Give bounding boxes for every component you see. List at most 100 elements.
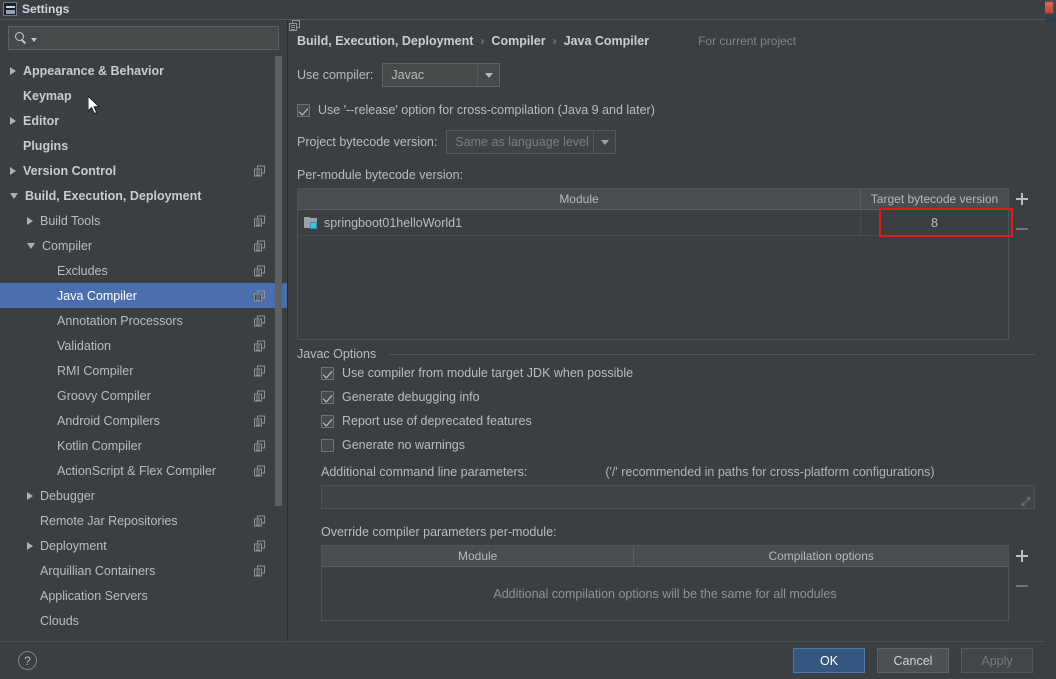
project-scope-icon bbox=[289, 20, 693, 47]
sidebar-item-arquillian-containers[interactable]: Arquillian Containers bbox=[0, 558, 287, 583]
sidebar-item-label: Compiler bbox=[42, 238, 93, 253]
remove-override-button[interactable] bbox=[1013, 577, 1031, 595]
sidebar-item-build-execution-deployment[interactable]: Build, Execution, Deployment bbox=[0, 183, 287, 208]
override-table-header-options[interactable]: Compilation options bbox=[633, 546, 1008, 566]
javac-option-checkbox[interactable] bbox=[321, 438, 334, 452]
additional-params-label: Additional command line parameters: bbox=[321, 465, 528, 479]
sidebar-item-rmi-compiler[interactable]: RMI Compiler bbox=[0, 358, 287, 383]
target-bytecode-cell[interactable]: 8 bbox=[860, 210, 1008, 235]
chevron-right-icon[interactable] bbox=[27, 491, 33, 500]
override-table-header: Module Compilation options bbox=[322, 546, 1008, 567]
sidebar-item-label: Application Servers bbox=[40, 588, 148, 603]
javac-option-label: Generate no warnings bbox=[342, 438, 465, 452]
module-table-header-target[interactable]: Target bytecode version bbox=[860, 189, 1008, 209]
module-name: springboot01helloWorld1 bbox=[324, 215, 463, 230]
sidebar-item-actionscript-flex-compiler[interactable]: ActionScript & Flex Compiler bbox=[0, 458, 287, 483]
breadcrumb-item-0[interactable]: Build, Execution, Deployment bbox=[297, 34, 473, 48]
override-compiler-table: Module Compilation options Additional co… bbox=[321, 545, 1009, 621]
sidebar-item-keymap[interactable]: Keymap bbox=[0, 83, 287, 108]
sidebar-item-validation[interactable]: Validation bbox=[0, 333, 287, 358]
project-bytecode-select[interactable]: Same as language level bbox=[446, 130, 617, 154]
project-scope-icon bbox=[254, 565, 265, 576]
release-option-checkbox[interactable] bbox=[297, 103, 310, 117]
sidebar-item-remote-jar-repositories[interactable]: Remote Jar Repositories bbox=[0, 508, 287, 533]
javac-option-label: Report use of deprecated features bbox=[342, 414, 532, 428]
sidebar-item-groovy-compiler[interactable]: Groovy Compiler bbox=[0, 383, 287, 408]
override-table-header-module[interactable]: Module bbox=[322, 546, 633, 566]
sidebar-item-label: Groovy Compiler bbox=[57, 388, 151, 403]
chevron-right-icon[interactable] bbox=[27, 216, 33, 225]
sidebar-scrollbar-thumb[interactable] bbox=[275, 56, 282, 506]
sidebar-item-label: RMI Compiler bbox=[57, 363, 134, 378]
sidebar-item-plugins[interactable]: Plugins bbox=[0, 133, 287, 158]
javac-option-row[interactable]: Generate no warnings bbox=[321, 438, 1035, 452]
apply-button[interactable]: Apply bbox=[961, 648, 1033, 673]
additional-params-input[interactable] bbox=[321, 485, 1035, 509]
remove-module-button[interactable] bbox=[1013, 220, 1031, 238]
module-table-header-module[interactable]: Module bbox=[298, 189, 860, 209]
sidebar-item-excludes[interactable]: Excludes bbox=[0, 258, 287, 283]
override-table-wrapper: Module Compilation options Additional co… bbox=[321, 545, 1035, 621]
add-module-button[interactable] bbox=[1013, 190, 1031, 208]
sidebar-item-version-control[interactable]: Version Control bbox=[0, 158, 287, 183]
sidebar-item-label: Android Compilers bbox=[57, 413, 160, 428]
add-override-button[interactable] bbox=[1013, 547, 1031, 565]
release-option-row[interactable]: Use '--release' option for cross-compila… bbox=[297, 103, 1035, 117]
settings-window-icon bbox=[3, 2, 17, 16]
sidebar-item-clouds[interactable]: Clouds bbox=[0, 608, 287, 633]
search-field[interactable] bbox=[8, 26, 279, 50]
sidebar-search-wrapper bbox=[0, 20, 287, 50]
sidebar-item-label: Remote Jar Repositories bbox=[40, 513, 178, 528]
project-scope-icon bbox=[254, 290, 265, 301]
module-cell[interactable]: springboot01helloWorld1 bbox=[298, 210, 860, 235]
additional-params-row: Additional command line parameters: ('/'… bbox=[321, 465, 1035, 479]
search-input[interactable] bbox=[40, 31, 278, 45]
chevron-right-icon[interactable] bbox=[27, 541, 33, 550]
override-table-empty-message: Additional compilation options will be t… bbox=[493, 586, 837, 601]
table-row[interactable]: springboot01helloWorld1 8 bbox=[298, 210, 1008, 236]
sidebar-item-java-compiler[interactable]: Java Compiler bbox=[0, 283, 287, 308]
sidebar-item-annotation-processors[interactable]: Annotation Processors bbox=[0, 308, 287, 333]
chevron-right-icon[interactable] bbox=[10, 66, 16, 75]
sidebar-item-deployment[interactable]: Deployment bbox=[0, 533, 287, 558]
javac-option-row[interactable]: Report use of deprecated features bbox=[321, 414, 1035, 428]
javac-option-row[interactable]: Generate debugging info bbox=[321, 390, 1035, 404]
use-compiler-select[interactable]: Javac bbox=[382, 63, 501, 87]
chevron-right-icon[interactable] bbox=[10, 166, 16, 175]
additional-params-hint: ('/' recommended in paths for cross-plat… bbox=[605, 465, 935, 479]
module-table-actions bbox=[1009, 188, 1035, 340]
chevron-down-icon[interactable] bbox=[27, 242, 35, 249]
project-scope-icon bbox=[254, 315, 265, 326]
sidebar-item-label: Excludes bbox=[57, 263, 108, 278]
javac-option-checkbox[interactable] bbox=[321, 390, 334, 404]
javac-option-checkbox[interactable] bbox=[321, 414, 334, 428]
cancel-button[interactable]: Cancel bbox=[877, 648, 949, 673]
sidebar-item-kotlin-compiler[interactable]: Kotlin Compiler bbox=[0, 433, 287, 458]
expand-editor-icon[interactable] bbox=[1019, 495, 1030, 508]
chevron-down-icon[interactable] bbox=[10, 192, 18, 199]
javac-option-checkbox[interactable] bbox=[321, 366, 334, 380]
project-scope-note: For current project bbox=[289, 20, 796, 48]
javac-checkbox-list: Use compiler from module target JDK when… bbox=[321, 366, 1035, 452]
sidebar-item-label: ActionScript & Flex Compiler bbox=[57, 463, 217, 478]
project-scope-icon bbox=[254, 415, 265, 426]
breadcrumb-item-1[interactable]: Compiler bbox=[491, 34, 545, 48]
search-options-chevron-down-icon[interactable] bbox=[31, 38, 37, 42]
sidebar-item-label: Build, Execution, Deployment bbox=[25, 188, 202, 203]
sidebar-item-compiler[interactable]: Compiler bbox=[0, 233, 287, 258]
sidebar-item-label: Java Compiler bbox=[57, 288, 137, 303]
javac-option-row[interactable]: Use compiler from module target JDK when… bbox=[321, 366, 1035, 380]
override-params-label: Override compiler parameters per-module: bbox=[321, 525, 557, 539]
use-compiler-label: Use compiler: bbox=[297, 68, 374, 82]
sidebar-item-application-servers[interactable]: Application Servers bbox=[0, 583, 287, 608]
help-button[interactable]: ? bbox=[18, 651, 37, 670]
release-option-label: Use '--release' option for cross-compila… bbox=[318, 103, 655, 117]
sidebar-item-build-tools[interactable]: Build Tools bbox=[0, 208, 287, 233]
dialog-footer: ? OK Cancel Apply bbox=[0, 641, 1045, 679]
sidebar-item-android-compilers[interactable]: Android Compilers bbox=[0, 408, 287, 433]
sidebar-item-debugger[interactable]: Debugger bbox=[0, 483, 287, 508]
sidebar-item-appearance-behavior[interactable]: Appearance & Behavior bbox=[0, 58, 287, 83]
sidebar-item-editor[interactable]: Editor bbox=[0, 108, 287, 133]
ok-button[interactable]: OK bbox=[793, 648, 865, 673]
chevron-right-icon[interactable] bbox=[10, 116, 16, 125]
